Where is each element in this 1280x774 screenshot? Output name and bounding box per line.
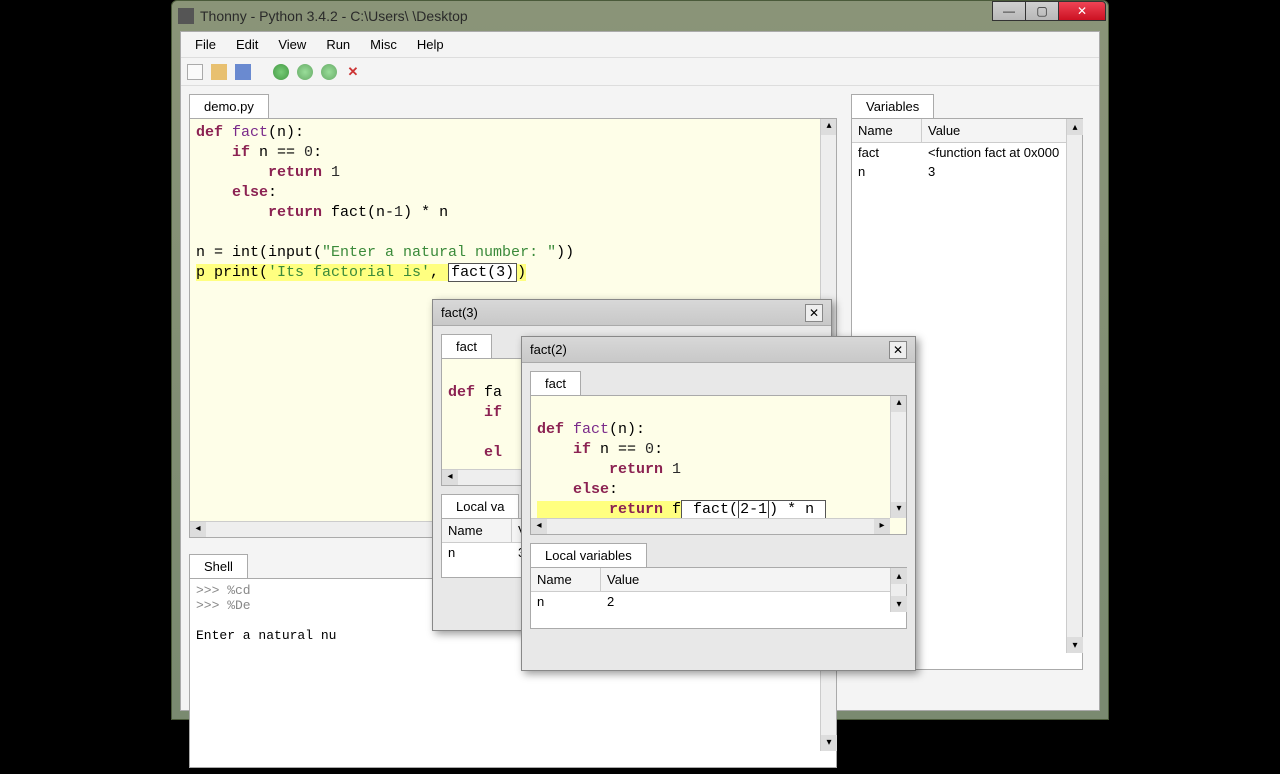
local-vars-tab[interactable]: Local variables [530,543,647,567]
toolbar: ✕ [181,58,1099,86]
local-var-row[interactable]: n2 [531,592,906,611]
app-icon [178,8,194,24]
localvars-vscrollbar[interactable]: ▴▾ [890,568,906,612]
save-icon[interactable] [235,64,251,80]
close-icon[interactable]: ✕ [889,341,907,359]
variables-row[interactable]: n 3 [852,162,1082,181]
menubar: File Edit View Run Misc Help [181,32,1099,58]
window-title: Thonny - Python 3.4.2 - C:\Users\ \Deskt… [200,8,468,24]
shell-line: >>> %cd [196,583,251,598]
shell-tab[interactable]: Shell [189,554,248,578]
close-button[interactable]: ✕ [1058,1,1106,21]
variables-row[interactable]: fact <function fact at 0x000 [852,143,1082,162]
menu-file[interactable]: File [185,33,226,56]
open-file-icon[interactable] [211,64,227,80]
variables-tab[interactable]: Variables [851,94,934,118]
local-vars-tab[interactable]: Local va [441,494,519,518]
debug-code-tab[interactable]: fact [530,371,581,395]
step-icon[interactable] [321,64,337,80]
shell-line: >>> %De [196,598,251,613]
run-icon[interactable] [273,64,289,80]
new-file-icon[interactable] [187,64,203,80]
variables-header-name[interactable]: Name [852,119,922,142]
variables-vscrollbar[interactable]: ▴▾ [1066,119,1082,653]
editor-tab[interactable]: demo.py [189,94,269,118]
menu-run[interactable]: Run [316,33,360,56]
debug-frame-title[interactable]: fact(2) ✕ [522,337,915,363]
minimize-button[interactable]: — [992,1,1026,21]
debug-vscrollbar[interactable]: ▴▾ [890,396,906,518]
debug-frame-fact2[interactable]: fact(2) ✕ fact def fact(n): if n == 0: r… [521,336,916,671]
menu-view[interactable]: View [268,33,316,56]
debug-hscrollbar[interactable]: ◂▸ [531,518,890,534]
variables-header-value[interactable]: Value [922,119,1082,142]
menu-misc[interactable]: Misc [360,33,407,56]
call-frame-highlight: fact(3) [448,263,517,282]
menu-help[interactable]: Help [407,33,454,56]
debug-code[interactable]: def fact(n): if n == 0: return 1 else: r… [530,395,907,535]
debug-icon[interactable] [297,64,313,80]
menu-edit[interactable]: Edit [226,33,268,56]
expr-highlight: 2-1 [738,500,769,519]
app-window: Thonny - Python 3.4.2 - C:\Users\ \Deskt… [171,0,1109,720]
stop-icon[interactable]: ✕ [345,64,361,80]
debug-code-tab[interactable]: fact [441,334,492,358]
maximize-button[interactable]: ▢ [1025,1,1059,21]
close-icon[interactable]: ✕ [805,304,823,322]
titlebar[interactable]: Thonny - Python 3.4.2 - C:\Users\ \Deskt… [172,1,1108,31]
debug-frame-title[interactable]: fact(3) ✕ [433,300,831,326]
string-literal: 'Its factorial is' [268,264,430,281]
